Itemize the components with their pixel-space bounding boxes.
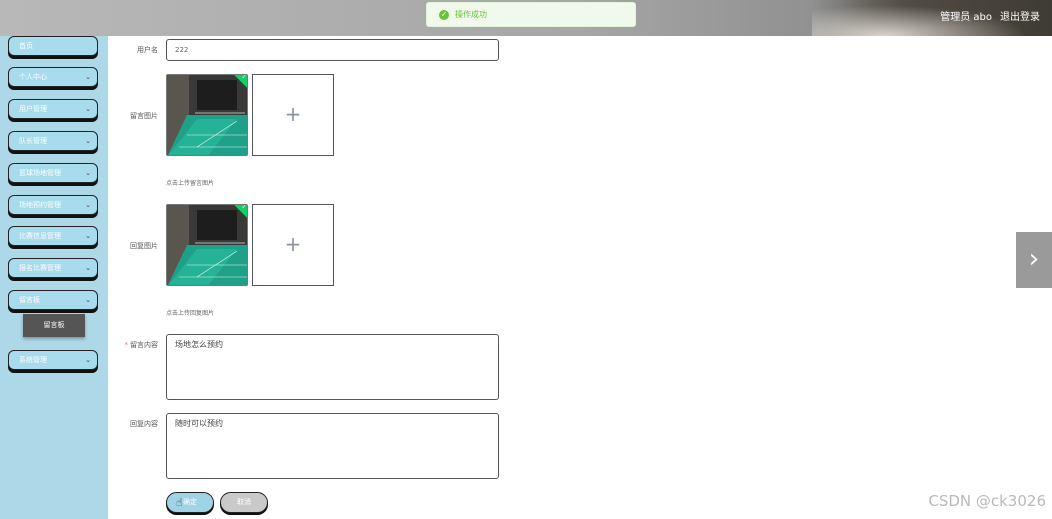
sidebar-item-message-board[interactable]: 留言板 ⌄ [8, 290, 98, 310]
sidebar-item-captains[interactable]: 队长管理 ⌄ [8, 131, 98, 151]
sidebar-item-users[interactable]: 用户管理 ⌄ [8, 99, 98, 119]
current-user-label: 管理员 abo [940, 12, 992, 23]
message-content-label: * 留言内容 [98, 340, 159, 350]
sidebar-item-label: 报名比赛管理 [19, 264, 61, 272]
sidebar-item-label: 场地预约管理 [19, 201, 61, 209]
chevron-down-icon: ⌄ [85, 169, 91, 177]
message-content-textarea[interactable]: 场地怎么预约 [166, 334, 499, 400]
reply-content-label: 回复内容 [130, 420, 158, 428]
sidebar-item-courts[interactable]: 篮球场地管理 ⌄ [8, 163, 98, 183]
reply-image-upload-button[interactable]: + [252, 204, 334, 286]
sidebar: 首页 个人中心 ⌄ 用户管理 ⌄ 队长管理 ⌄ 篮球场地管理 ⌄ 场地预约管理 … [0, 36, 108, 519]
sidebar-item-label: 队长管理 [19, 137, 47, 145]
court-photo-image [167, 75, 247, 155]
next-arrow-button[interactable]: › [1016, 232, 1052, 288]
chevron-down-icon: ⌄ [85, 264, 91, 272]
username-field[interactable]: 222 [166, 39, 499, 61]
sidebar-item-registrations[interactable]: 报名比赛管理 ⌄ [8, 258, 98, 278]
message-image-thumbnail[interactable]: ✓ [166, 74, 248, 156]
plus-icon: + [284, 232, 302, 256]
chevron-down-icon: ⌄ [85, 201, 91, 209]
reply-image-tip: 点击上传回复图片 [166, 310, 215, 317]
logout-link[interactable]: 退出登录 [1000, 8, 1040, 23]
court-photo-image [167, 205, 247, 285]
submenu-item-message-board[interactable]: 留言板 [23, 314, 85, 337]
check-icon: ✓ [241, 204, 247, 211]
sidebar-item-label: 留言板 [19, 296, 40, 304]
confirm-button[interactable]: 确定 [166, 492, 214, 513]
success-toast: ✓ 操作成功 [426, 2, 636, 27]
chevron-right-icon: › [1028, 244, 1040, 274]
sidebar-item-label: 首页 [19, 42, 33, 50]
chevron-down-icon: ⌄ [85, 296, 91, 304]
hand-cursor-icon: ☝ [176, 496, 183, 509]
plus-icon: + [284, 102, 302, 126]
reply-image-thumbnail[interactable]: ✓ [166, 204, 248, 286]
sidebar-item-home[interactable]: 首页 [8, 36, 98, 56]
sidebar-item-profile[interactable]: 个人中心 ⌄ [8, 67, 98, 87]
cancel-button[interactable]: 取消 [220, 492, 268, 513]
sidebar-item-label: 篮球场地管理 [19, 169, 61, 177]
message-image-tip: 点击上传留言图片 [166, 180, 215, 187]
sidebar-item-label: 系统管理 [19, 356, 47, 364]
chevron-down-icon: ⌄ [85, 73, 91, 81]
sidebar-item-label: 用户管理 [19, 105, 47, 113]
watermark: CSDN @ck3026 [928, 492, 1046, 510]
message-image-label: 留言图片 [130, 112, 158, 120]
message-content-label-text: 留言内容 [130, 341, 158, 349]
chevron-down-icon: ⌄ [85, 232, 91, 240]
reply-content-textarea[interactable]: 随时可以预约 [166, 413, 499, 479]
required-marker: * [124, 341, 129, 349]
message-image-upload-button[interactable]: + [252, 74, 334, 156]
sidebar-item-label: 个人中心 [19, 73, 47, 81]
chevron-down-icon: ⌄ [85, 137, 91, 145]
check-icon: ✓ [241, 74, 247, 81]
success-icon: ✓ [439, 9, 449, 20]
sidebar-item-system[interactable]: 系统管理 ⌄ [8, 350, 98, 370]
sidebar-item-matches[interactable]: 比赛信息管理 ⌄ [8, 226, 98, 246]
sidebar-item-label: 比赛信息管理 [19, 232, 61, 240]
reply-image-label: 回复图片 [130, 242, 158, 250]
chevron-down-icon: ⌄ [85, 105, 91, 113]
username-label: 用户名 [137, 46, 158, 54]
chevron-down-icon: ⌄ [85, 356, 91, 364]
toast-message: 操作成功 [455, 10, 487, 19]
sidebar-item-reservations[interactable]: 场地预约管理 ⌄ [8, 195, 98, 215]
